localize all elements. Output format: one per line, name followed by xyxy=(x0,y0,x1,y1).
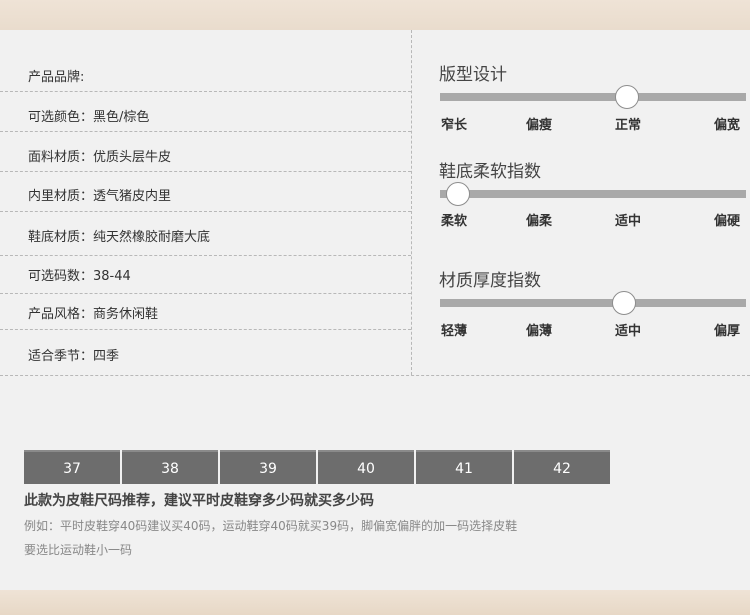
size-cell-42: 42 xyxy=(514,450,610,484)
slider-tick: 偏硬 xyxy=(714,214,741,229)
size-cell-37: 37 xyxy=(24,450,120,484)
slider-knob-thickness xyxy=(612,291,637,315)
size-cell-39: 39 xyxy=(220,450,316,484)
spec-row-sole: 鞋底材质：纯天然橡胶耐磨大底 xyxy=(0,212,411,256)
spec-row-color: 可选颜色：黑色/棕色 xyxy=(0,92,411,132)
bottom-decor-band xyxy=(0,590,750,615)
slider-tick: 窄长 xyxy=(441,118,468,133)
size-note-line-2: 要选比运动鞋小一码 xyxy=(24,543,133,557)
top-decor-band xyxy=(0,0,750,30)
slider-title-thickness: 材质厚度指数 xyxy=(439,271,541,291)
spec-row-lining: 内里材质：透气猪皮内里 xyxy=(0,172,411,212)
size-cell-38: 38 xyxy=(122,450,218,484)
spec-label: 可选码数：38-44 xyxy=(28,269,131,284)
spec-label: 产品品牌: xyxy=(28,70,85,85)
spec-label: 鞋底材质：纯天然橡胶耐磨大底 xyxy=(28,230,211,245)
fit-indicators: 版型设计 窄长 偏瘦 正常 偏宽 鞋底柔软指数 柔软 偏柔 适中 偏硬 材质厚度… xyxy=(412,30,750,375)
spec-label: 面料材质：优质头层牛皮 xyxy=(28,150,172,165)
spec-row-season: 适合季节：四季 xyxy=(0,330,411,375)
size-note-title: 此款为皮鞋尺码推荐，建议平时皮鞋穿多少码就买多少码 xyxy=(24,493,374,509)
slider-track-thickness xyxy=(440,299,746,307)
slider-tick: 偏柔 xyxy=(526,214,553,229)
spec-row-style: 产品风格：商务休闲鞋 xyxy=(0,294,411,330)
size-cell-41: 41 xyxy=(416,450,512,484)
slider-knob-softness xyxy=(445,182,470,206)
slider-tick: 偏瘦 xyxy=(526,118,553,133)
slider-track-softness xyxy=(440,190,746,198)
slider-title-softness: 鞋底柔软指数 xyxy=(439,162,541,182)
slider-track-fit xyxy=(440,93,746,101)
spec-row-upper: 面料材质：优质头层牛皮 xyxy=(0,132,411,172)
spec-row-sizes: 可选码数：38-44 xyxy=(0,256,411,294)
slider-tick: 柔软 xyxy=(441,214,468,229)
slider-title-fit: 版型设计 xyxy=(439,65,507,85)
slider-tick: 轻薄 xyxy=(441,324,468,339)
size-note-line-1: 例如：平时皮鞋穿40码建议买40码，运动鞋穿40码就买39码，脚偏宽偏胖的加一码… xyxy=(24,519,518,533)
spec-row-brand: 产品品牌: xyxy=(0,30,411,92)
spec-label: 可选颜色：黑色/棕色 xyxy=(28,110,150,125)
slider-knob-fit xyxy=(614,85,639,109)
slider-tick: 正常 xyxy=(615,118,642,133)
slider-tick: 偏薄 xyxy=(526,324,553,339)
spec-label: 产品风格：商务休闲鞋 xyxy=(28,307,159,322)
spec-label: 内里材质：透气猪皮内里 xyxy=(28,189,172,204)
spec-list: 产品品牌: 可选颜色：黑色/棕色 面料材质：优质头层牛皮 内里材质：透气猪皮内里… xyxy=(0,30,411,375)
slider-tick: 适中 xyxy=(615,324,642,339)
size-cell-40: 40 xyxy=(318,450,414,484)
product-info-panel: 产品品牌: 可选颜色：黑色/棕色 面料材质：优质头层牛皮 内里材质：透气猪皮内里… xyxy=(0,30,750,590)
section-divider xyxy=(0,375,750,376)
slider-tick: 偏厚 xyxy=(714,324,741,339)
slider-tick: 适中 xyxy=(615,214,642,229)
spec-label: 适合季节：四季 xyxy=(28,349,120,364)
slider-tick: 偏宽 xyxy=(714,118,741,133)
